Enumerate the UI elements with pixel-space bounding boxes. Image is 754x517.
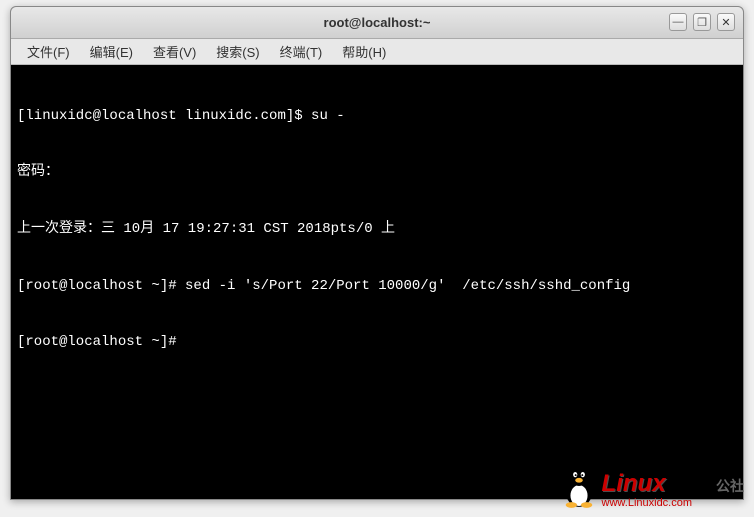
watermark-url: www.Linuxidc.com xyxy=(602,498,744,509)
watermark-text: Linux 公社 www.Linuxidc.com xyxy=(602,472,744,509)
close-button[interactable]: ✕ xyxy=(717,13,735,31)
window-controls: — ❐ ✕ xyxy=(669,13,735,31)
menubar: 文件(F) 编辑(E) 查看(V) 搜索(S) 终端(T) 帮助(H) xyxy=(11,39,743,65)
window-title: root@localhost:~ xyxy=(324,15,431,30)
titlebar[interactable]: root@localhost:~ — ❐ ✕ xyxy=(11,7,743,39)
terminal-line: [root@localhost ~]# sed -i 's/Port 22/Po… xyxy=(17,277,737,296)
watermark: Linux 公社 www.Linuxidc.com xyxy=(560,463,744,509)
watermark-sub: 公社 xyxy=(716,478,744,494)
menu-help[interactable]: 帮助(H) xyxy=(332,39,396,64)
menu-edit[interactable]: 编辑(E) xyxy=(80,39,143,64)
maximize-icon: ❐ xyxy=(697,16,707,29)
close-icon: ✕ xyxy=(721,16,730,29)
minimize-icon: — xyxy=(673,16,684,28)
terminal-output[interactable]: [linuxidc@localhost linuxidc.com]$ su - … xyxy=(11,65,743,499)
menu-view[interactable]: 查看(V) xyxy=(143,39,206,64)
terminal-window: root@localhost:~ — ❐ ✕ 文件(F) 编辑(E) 查看(V)… xyxy=(10,6,744,500)
minimize-button[interactable]: — xyxy=(669,13,687,31)
terminal-line: [linuxidc@localhost linuxidc.com]$ su - xyxy=(17,107,737,126)
maximize-button[interactable]: ❐ xyxy=(693,13,711,31)
menu-terminal[interactable]: 终端(T) xyxy=(270,39,333,64)
penguin-icon xyxy=(560,463,598,509)
terminal-line: 上一次登录：三 10月 17 19:27:31 CST 2018pts/0 上 xyxy=(17,220,737,239)
menu-search[interactable]: 搜索(S) xyxy=(206,39,269,64)
menu-file[interactable]: 文件(F) xyxy=(17,39,80,64)
terminal-line: [root@localhost ~]# xyxy=(17,333,737,352)
terminal-line: 密码： xyxy=(17,163,737,182)
watermark-main: Linux xyxy=(602,470,666,497)
